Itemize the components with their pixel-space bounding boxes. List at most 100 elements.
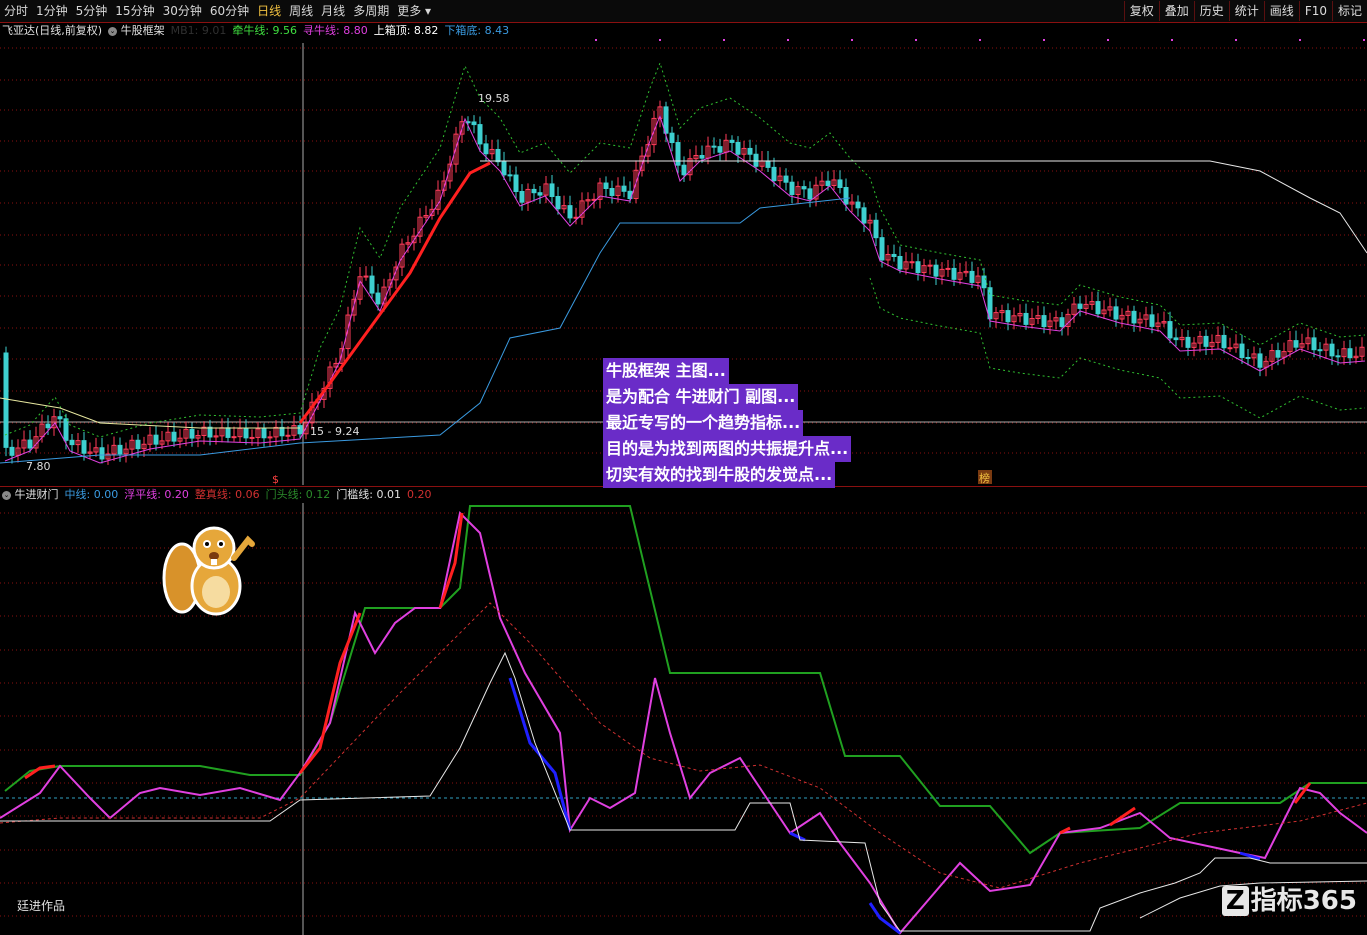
candle-body (915, 261, 921, 274)
toolbar-button[interactable]: 叠加 (1158, 1, 1194, 21)
candle-body (747, 147, 753, 155)
period-tab[interactable]: 日线 (253, 0, 285, 22)
candle-body (231, 436, 237, 439)
candle-body (891, 253, 897, 257)
period-tab[interactable]: 周线 (285, 0, 317, 22)
candle-body (669, 132, 675, 144)
candle-body (537, 192, 543, 196)
candle-body (549, 183, 555, 197)
candle-body (771, 166, 777, 182)
period-tab[interactable]: 分时 (0, 0, 32, 22)
candle-body (1221, 334, 1227, 349)
candle-body (945, 267, 951, 270)
annotation-line: 最近专写的一个趋势指标... (603, 410, 804, 436)
candle-body (933, 264, 939, 277)
period-tab[interactable]: 多周期 (349, 0, 393, 22)
annotation-line: 牛股框架 主图... (603, 358, 729, 384)
candle-body (1113, 306, 1119, 320)
fuping-value: 浮平线: 0.20 (124, 488, 189, 501)
candle-body (789, 181, 795, 195)
candle-body (27, 439, 33, 449)
candle-body (1245, 356, 1251, 359)
period-tab[interactable]: 60分钟 (206, 0, 253, 22)
candle-body (951, 267, 957, 280)
candle-body (1167, 321, 1173, 339)
candle-body (363, 275, 369, 278)
candle-body (45, 423, 51, 429)
candle-body (135, 439, 141, 450)
low-price-label: 7.80 (26, 460, 51, 473)
candle-body (855, 201, 861, 209)
candle-body (279, 426, 285, 437)
candle-body (897, 255, 903, 270)
toolbar-button[interactable]: 画线 (1263, 1, 1299, 21)
menkan-value: 门槛线: 0.01 (336, 488, 402, 501)
signal-tag: $ (272, 473, 279, 485)
candle-body (1173, 337, 1179, 341)
period-tab[interactable]: 月线 (317, 0, 349, 22)
candle-body (1023, 312, 1029, 325)
toolbar-button[interactable]: 历史 (1193, 1, 1229, 21)
candle-body (1059, 317, 1065, 327)
period-tab[interactable]: 5分钟 (72, 0, 112, 22)
toolbar-button[interactable]: F10 (1298, 1, 1332, 21)
candle-body (1227, 347, 1233, 350)
candle-body (1293, 340, 1299, 348)
candle-body (675, 142, 681, 166)
candle-body (873, 219, 879, 239)
period-tab[interactable]: 1分钟 (32, 0, 72, 22)
candle-body (369, 275, 375, 294)
candle-body (63, 418, 69, 441)
signal-dot (787, 39, 789, 41)
signal-dot (1363, 39, 1365, 41)
candle-body (57, 416, 63, 420)
candle-body (207, 426, 213, 438)
period-toolbar: 分时 1分钟 5分钟 15分钟 30分钟 60分钟 日线 周线 月线 多周期 更多 ▾ 复权 叠加 历史… (0, 0, 1367, 23)
author-label: 廷进作品 (17, 899, 66, 913)
period-tab[interactable]: 更多 ▾ (393, 0, 435, 22)
annotation-line: 是为配合 牛进财门 副图... (603, 384, 799, 410)
high-price-label: 19.58 (478, 92, 510, 105)
candle-body (513, 174, 519, 192)
candle-body (801, 186, 807, 190)
zhongxian-value: 中线: 0.00 (64, 488, 119, 501)
period-tab[interactable]: 30分钟 (159, 0, 206, 22)
toolbar-button[interactable]: 标记 (1331, 1, 1367, 21)
candle-body (753, 153, 759, 167)
chevron-down-icon: ⌄ (2, 490, 11, 500)
candle-body (375, 292, 381, 305)
candle-body (285, 434, 291, 437)
candle-body (555, 195, 561, 210)
candle-body (1311, 337, 1317, 351)
sub-legend: ⌄ 牛进财门 中线: 0.00 浮平线: 0.20 整真线: 0.06 门头线:… (2, 487, 432, 503)
candle-body (825, 180, 831, 186)
signal-dot (1107, 39, 1109, 41)
toolbar-button[interactable]: 复权 (1123, 1, 1159, 21)
candle-body (837, 179, 843, 189)
toolbar-button[interactable]: 统计 (1228, 1, 1264, 21)
candle-body (471, 121, 477, 126)
candle-body (927, 264, 933, 267)
signal-dot (1171, 39, 1173, 41)
candle-body (699, 154, 705, 159)
candle-body (609, 187, 615, 196)
sub-indicator-toggle[interactable]: ⌄ 牛进财门 (2, 487, 59, 503)
bang-tag: 榜 (979, 471, 990, 485)
candle-body (171, 431, 177, 442)
candle-body (621, 185, 627, 192)
candle-body (1149, 314, 1155, 327)
candle-body (267, 436, 273, 439)
candle-body (81, 440, 87, 454)
candle-body (243, 427, 249, 439)
period-tab[interactable]: 15分钟 (111, 0, 158, 22)
candle-body (909, 261, 915, 264)
candle-body (1335, 355, 1341, 358)
candle-body (153, 434, 159, 445)
candle-body (495, 148, 501, 163)
annotation-text: 牛股框架 主图... 是为配合 牛进财门 副图... 最近专写的一个趋势指标... 目… (603, 358, 852, 488)
candle-body (1203, 335, 1209, 347)
watermark-logo: Z 指标365 (1221, 880, 1357, 917)
watermark-icon: Z (1221, 886, 1249, 916)
tool-buttons: 复权 叠加 历史 统计 画线 F10 标记 (1123, 0, 1367, 22)
annotation-line: 目的是为找到两图的共振提升点... (603, 436, 852, 462)
